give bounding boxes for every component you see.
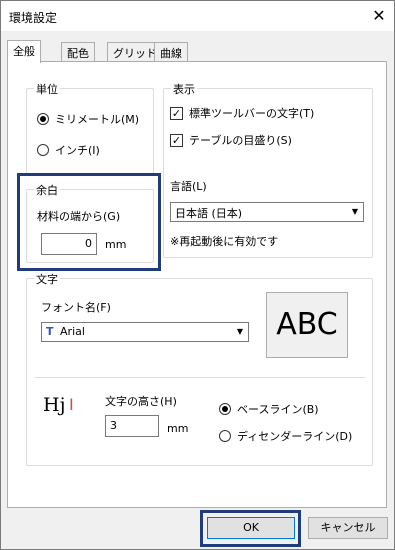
descender-radio[interactable]: ディセンダーライン(D) [219,428,352,444]
general-tab-panel: 単位 ミリメートル(M) インチ(I) 余白 材料の端から(G) 0 mm 表示… [7,61,387,508]
chevron-down-icon: ▼ [236,327,244,336]
tab-general[interactable]: 全般 [7,40,41,63]
restart-note: ※再起動後に有効です [170,235,279,248]
display-group-label: 表示 [171,81,197,97]
settings-dialog: 環境設定 ✕ 全般 配色 グリッド 曲線 単位 ミリメートル(M) インチ(I)… [0,0,395,550]
toolbar-text-label: 標準ツールバーの文字(T) [189,107,315,120]
radio-unselected-icon [219,430,231,442]
checkmark-icon: ✓ [170,106,183,120]
table-scale-checkbox[interactable]: ✓ テーブルの目盛り(S) [170,132,292,148]
units-inch-label: インチ(I) [55,144,100,157]
margin-highlight-frame [17,173,161,271]
dialog-title: 環境設定 [9,11,58,25]
tab-colors[interactable]: 配色 [61,42,95,61]
cancel-button[interactable]: キャンセル [308,517,388,539]
title-bar: 環境設定 ✕ [1,1,394,31]
text-height-input[interactable]: 3 [105,415,159,437]
units-group: 単位 ミリメートル(M) インチ(I) [26,81,154,174]
text-height-label: 文字の高さ(H) [105,395,177,408]
toolbar-text-checkbox[interactable]: ✓ 標準ツールバーの文字(T) [170,105,314,121]
sample-text: Hj [43,394,66,416]
units-inch-radio[interactable]: インチ(I) [37,142,100,158]
display-group: 表示 ✓ 標準ツールバーの文字(T) ✓ テーブルの目盛り(S) 言語(L) 日… [163,81,373,258]
close-icon[interactable]: ✕ [364,1,394,31]
baseline-label: ベースライン(B) [237,403,319,416]
text-height-unit: mm [167,422,189,435]
text-group-label: 文字 [34,271,60,287]
descender-label: ディセンダーライン(D) [237,430,353,443]
language-value: 日本語 (日本) [175,207,243,220]
units-mm-radio[interactable]: ミリメートル(M) [37,111,139,127]
text-group-divider [35,377,365,378]
font-value: Arial [60,325,85,338]
tab-curves[interactable]: 曲線 [154,42,188,61]
checkmark-icon: ✓ [170,133,183,147]
language-label: 言語(L) [170,180,207,193]
font-name-label: フォント名(F) [41,301,111,314]
units-mm-label: ミリメートル(M) [55,113,140,126]
text-cursor-icon: I [69,395,74,414]
units-group-label: 単位 [34,81,60,97]
radio-selected-icon [219,403,231,415]
baseline-radio[interactable]: ベースライン(B) [219,401,319,417]
font-select[interactable]: T Arial ▼ [41,322,249,342]
language-select[interactable]: 日本語 (日本) ▼ [170,202,364,222]
table-scale-label: テーブルの目盛り(S) [189,134,292,147]
chevron-down-icon: ▼ [351,207,359,216]
radio-selected-icon [37,113,49,125]
truetype-font-icon: T [46,325,54,338]
font-preview-box: ABC [266,292,348,358]
ok-highlight-frame [200,510,301,547]
radio-unselected-icon [37,144,49,156]
